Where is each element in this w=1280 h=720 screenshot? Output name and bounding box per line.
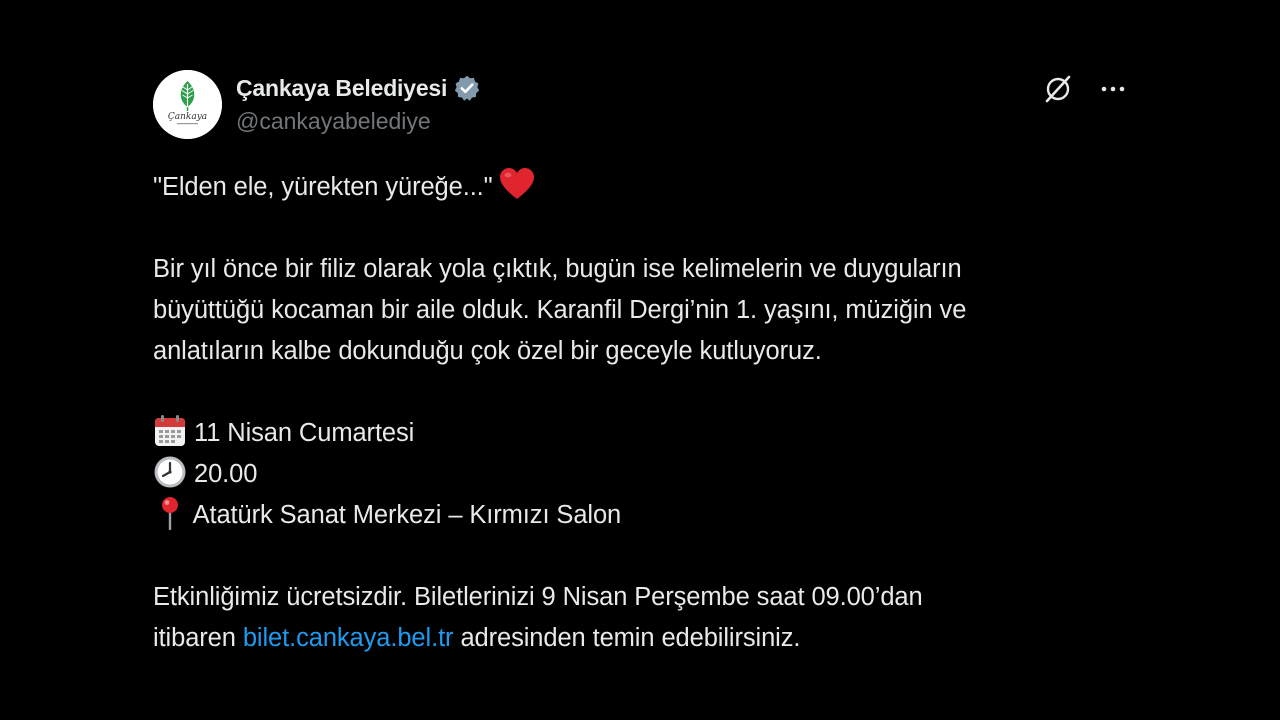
quote-line: "Elden ele, yürekten yüreğe..." <box>153 167 1133 208</box>
display-name-row: Çankaya Belediyesi <box>236 74 481 102</box>
display-name[interactable]: Çankaya Belediyesi <box>236 75 447 102</box>
clock-icon <box>153 455 187 489</box>
paragraph-3-line-2: itibaren bilet.cankaya.bel.tr adresinden… <box>153 618 1133 659</box>
calendar-icon <box>153 414 187 448</box>
verified-badge-icon[interactable] <box>453 74 481 102</box>
paragraph-1-line-2: büyüttüğü kocaman bir aile olduk. Karanf… <box>153 296 967 324</box>
author-names: Çankaya Belediyesi @cankayabelediye <box>236 74 481 135</box>
paragraph-3-suffix: adresinden temin edebilirsiniz. <box>453 624 801 652</box>
event-date: 11 Nisan Cumartesi <box>194 419 415 447</box>
paragraph-3-prefix: itibaren <box>153 624 243 652</box>
red-heart-icon <box>499 167 535 201</box>
more-icon[interactable] <box>1099 75 1127 103</box>
tweet-actions <box>1043 74 1127 104</box>
svg-text:Çankaya: Çankaya <box>168 112 207 122</box>
quote-text: "Elden ele, yürekten yüreğe..." <box>153 173 493 201</box>
event-time: 20.00 <box>194 460 258 488</box>
paragraph-3-line-1: Etkinliğimiz ücretsizdir. Biletlerinizi … <box>153 583 923 611</box>
event-date-line: 11 Nisan Cumartesi <box>153 413 1133 454</box>
avatar[interactable]: Çankaya <box>153 70 222 139</box>
cankaya-logo: Çankaya <box>153 70 222 139</box>
event-place-line: Atatürk Sanat Merkezi – Kırmızı Salon <box>153 495 1133 536</box>
event-place: Atatürk Sanat Merkezi – Kırmızı Salon <box>192 501 622 529</box>
tweet: Çankaya Çankaya Belediyesi @cankayabeled… <box>153 70 1133 659</box>
tweet-header: Çankaya Çankaya Belediyesi @cankayabeled… <box>153 70 1133 140</box>
event-time-line: 20.00 <box>153 454 1133 495</box>
paragraph-1-line-1: Bir yıl önce bir filiz olarak yola çıktı… <box>153 255 962 283</box>
round-pushpin-icon <box>153 496 187 531</box>
handle[interactable]: @cankayabelediye <box>236 108 481 135</box>
grok-icon[interactable] <box>1043 74 1073 104</box>
tweet-body: "Elden ele, yürekten yüreğe..." Bir yıl … <box>153 167 1133 659</box>
paragraph-1-line-3: anlatıların kalbe dokunduğu çok özel bir… <box>153 337 822 365</box>
ticket-link[interactable]: bilet.cankaya.bel.tr <box>243 624 454 652</box>
